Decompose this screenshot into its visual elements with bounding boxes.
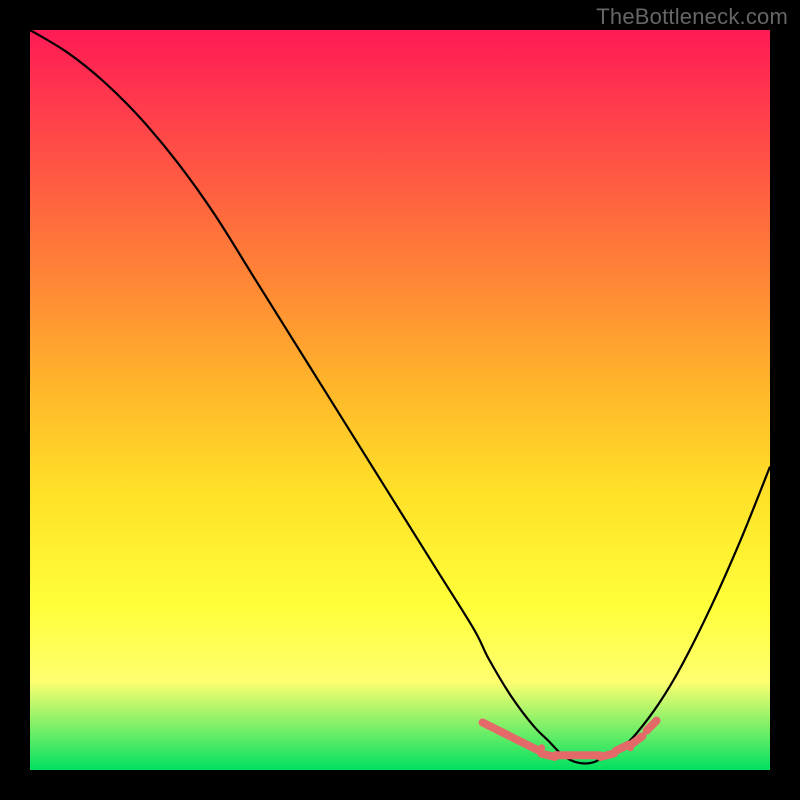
- valley-marker: [647, 721, 657, 731]
- valley-marker: [512, 737, 525, 743]
- watermark-text: TheBottleneck.com: [596, 4, 788, 30]
- valley-marker: [497, 730, 510, 736]
- bottleneck-curve-path: [30, 30, 770, 764]
- plot-area: [30, 30, 770, 770]
- valley-marker: [527, 745, 540, 751]
- valley-marker: [483, 722, 496, 728]
- chart-svg: [30, 30, 770, 770]
- valley-marker: [600, 754, 614, 757]
- chart-frame: TheBottleneck.com: [0, 0, 800, 800]
- valley-marker: [616, 745, 629, 751]
